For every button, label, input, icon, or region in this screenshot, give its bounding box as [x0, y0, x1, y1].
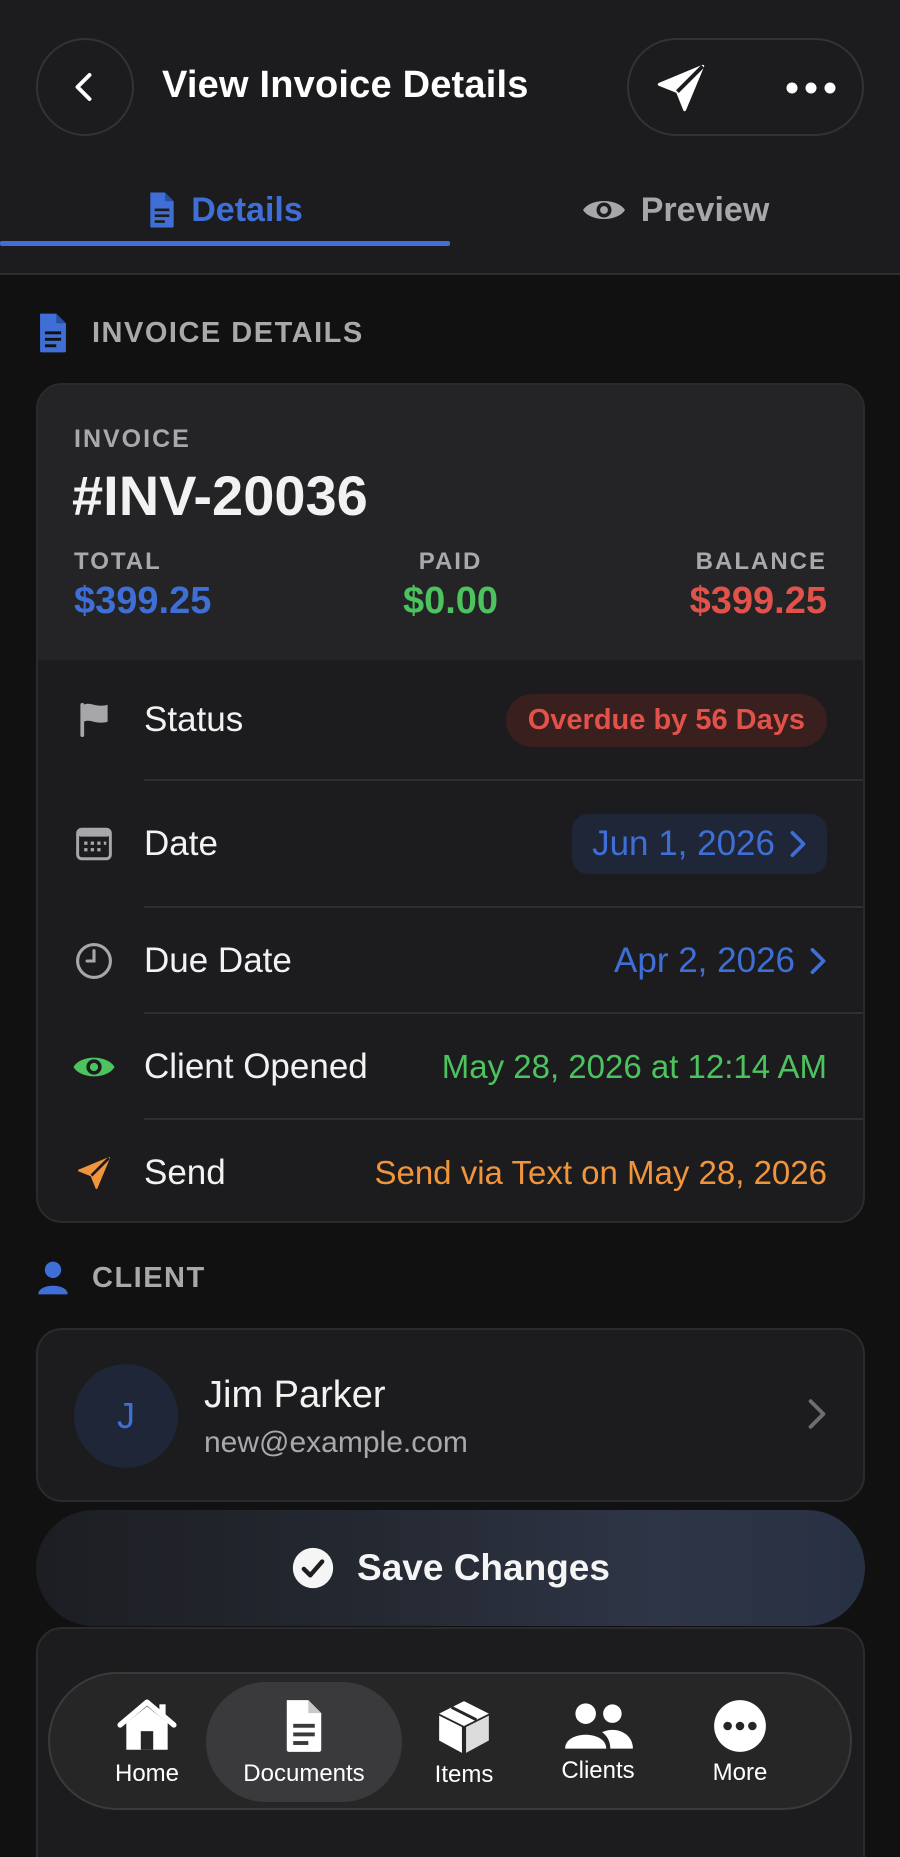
calendar-icon [72, 822, 116, 866]
due-date-row: Due Date Apr 2, 2026 [38, 908, 863, 1013]
status-badge: Overdue by 56 Days [505, 693, 827, 747]
tab-items-label: Items [434, 1761, 494, 1788]
box-icon [439, 1701, 489, 1753]
date-picker-button[interactable]: Jun 1, 2026 [572, 814, 827, 874]
client-opened-value: May 28, 2026 at 12:14 AM [441, 1047, 827, 1085]
date-row: Date Jun 1, 2026 [38, 781, 863, 907]
client-heading: CLIENT [36, 1260, 206, 1296]
document-icon [150, 192, 174, 228]
invoice-summary: INVOICE #INV-20036 TOTAL $399.25 PAID $0… [38, 385, 863, 660]
document-icon [40, 313, 66, 353]
header-actions [627, 38, 864, 136]
status-label: Status [144, 700, 244, 739]
due-date-picker-button[interactable]: Apr 2, 2026 [614, 941, 827, 981]
tab-clients-label: Clients [561, 1757, 635, 1784]
tab-more-label: More [712, 1759, 768, 1786]
chevron-right-icon [790, 830, 806, 858]
send-row: Send Send via Text on May 28, 2026 [38, 1120, 863, 1221]
invoice-details-heading: INVOICE DETAILS [36, 312, 364, 354]
person-icon [38, 1261, 68, 1295]
date-label: Date [144, 824, 218, 863]
section-title: INVOICE DETAILS [92, 316, 364, 349]
paper-plane-icon [72, 1151, 116, 1195]
tab-details[interactable]: Details [0, 170, 450, 250]
invoice-number: #INV-20036 [72, 464, 368, 527]
tab-preview-label: Preview [640, 190, 770, 229]
due-date-label: Due Date [144, 940, 292, 980]
due-date-value: Apr 2, 2026 [614, 940, 795, 980]
section-title: CLIENT [92, 1261, 206, 1294]
save-changes-label: Save Changes [357, 1547, 610, 1588]
client-card[interactable]: J Jim Parker new@example.com [36, 1328, 865, 1502]
ellipsis-icon [786, 82, 836, 94]
active-tab-indicator [0, 241, 450, 246]
chevron-right-icon [810, 947, 826, 974]
page-title: View Invoice Details [162, 64, 529, 106]
invoice-card: INVOICE #INV-20036 TOTAL $399.25 PAID $0… [36, 383, 865, 1223]
clock-icon [72, 939, 116, 983]
tab-clients[interactable]: Clients [526, 1674, 670, 1812]
client-name: Jim Parker [204, 1374, 386, 1416]
bottom-tab-bar: Home Documents Items Clients More [48, 1672, 852, 1810]
send-label: Send [144, 1152, 226, 1192]
client-email: new@example.com [204, 1426, 468, 1459]
client-opened-label: Client Opened [144, 1046, 368, 1086]
client-opened-row: Client Opened May 28, 2026 at 12:14 AM [38, 1014, 863, 1119]
chevron-right-icon [808, 1399, 826, 1429]
tab-details-label: Details [191, 190, 303, 229]
tab-preview[interactable]: Preview [450, 170, 900, 250]
paper-plane-icon [657, 64, 705, 112]
tab-home-label: Home [114, 1760, 180, 1787]
send-button[interactable] [649, 56, 713, 120]
more-options-button[interactable] [779, 56, 843, 120]
send-value: Send via Text on May 28, 2026 [374, 1153, 827, 1191]
tab-documents[interactable]: Documents [206, 1674, 402, 1812]
tab-more[interactable]: More [670, 1674, 810, 1812]
date-value: Jun 1, 2026 [592, 824, 775, 863]
people-icon [565, 1703, 633, 1749]
balance-value: $399.25 [689, 580, 827, 622]
tab-home[interactable]: Home [84, 1674, 210, 1812]
invoice-label: INVOICE [74, 425, 191, 453]
eye-icon [72, 1045, 116, 1089]
balance-label: BALANCE [695, 548, 827, 575]
chevron-left-icon [75, 73, 92, 101]
tab-documents-label: Documents [243, 1760, 365, 1787]
ellipsis-circle-icon [714, 1700, 766, 1752]
flag-icon [72, 698, 116, 742]
checkmark-circle-icon [292, 1547, 334, 1589]
house-icon [117, 1699, 177, 1750]
save-changes-button[interactable]: Save Changes [36, 1510, 865, 1626]
avatar: J [74, 1364, 178, 1468]
app-header: View Invoice Details Details Preview [0, 0, 900, 275]
document-icon [286, 1700, 322, 1752]
back-button[interactable] [36, 38, 134, 136]
status-row[interactable]: Status Overdue by 56 Days [38, 660, 863, 780]
eye-icon [582, 201, 625, 219]
tab-items[interactable]: Items [402, 1674, 526, 1812]
